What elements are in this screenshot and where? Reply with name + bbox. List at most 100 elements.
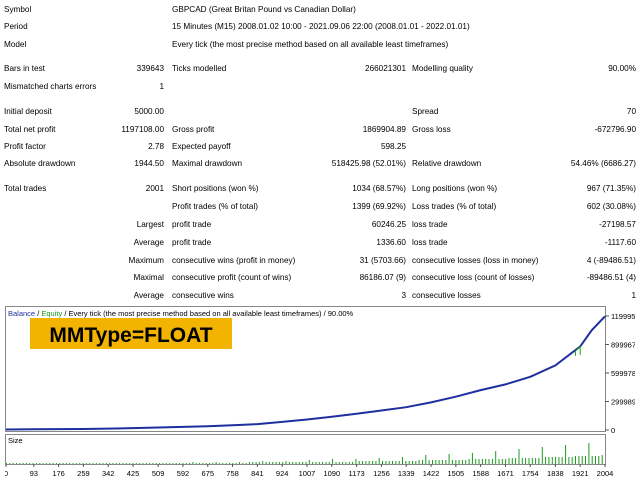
size-bar <box>219 463 220 464</box>
size-bar <box>548 457 550 464</box>
size-bar <box>362 461 364 464</box>
size-label: Size <box>8 436 23 445</box>
size-bar <box>225 463 227 464</box>
deposit-label: Initial deposit <box>4 107 52 116</box>
size-bar <box>455 460 457 464</box>
size-bar <box>422 460 423 464</box>
x-axis: 0 93 176 259 342 425 509 592 675 758 841 924 1007 109… <box>5 464 613 478</box>
size-bar <box>169 463 171 464</box>
symbol-label: Symbol <box>4 5 32 14</box>
size-bar <box>295 462 297 464</box>
size-bar <box>275 462 277 464</box>
size-bar <box>262 461 264 464</box>
chart-svg: Balance / Equity / Every tick (the most … <box>5 306 635 478</box>
x-tick-label: 592 <box>177 469 190 478</box>
size-bar <box>75 463 77 464</box>
size-bar <box>99 463 101 464</box>
cons-loss-value: -89486.51 (4) <box>586 273 636 282</box>
model-label: Model <box>4 40 27 49</box>
size-bar <box>525 458 527 464</box>
maximal-label: Maximal <box>133 273 164 282</box>
grossprofit-value: 1869904.89 <box>362 125 406 134</box>
size-bar <box>501 459 503 464</box>
ltrades-label: Loss trades (% of total) <box>412 202 497 211</box>
y-tick-label: 0 <box>611 426 615 435</box>
size-bar <box>209 463 210 464</box>
size-bar <box>302 462 304 464</box>
x-tick-label: 342 <box>102 469 115 478</box>
y-tick-label: 299989 <box>611 398 635 407</box>
size-bar <box>565 445 567 464</box>
x-tick-label: 1422 <box>423 469 440 478</box>
size-bar <box>119 463 121 464</box>
symbol-value: GBPCAD (Great Britan Pound vs Canadian D… <box>172 5 356 14</box>
size-bar <box>109 463 111 464</box>
size-bar <box>49 463 51 464</box>
x-tick-label: 1671 <box>497 469 514 478</box>
size-bar <box>145 463 147 464</box>
trades-label: Total trades <box>4 184 47 193</box>
size-bar <box>288 462 290 464</box>
size-bar <box>285 461 287 464</box>
size-bar <box>312 462 314 464</box>
size-bar <box>202 463 204 464</box>
size-bar <box>179 463 180 464</box>
size-bar <box>335 462 337 464</box>
cons-losses-label: consecutive losses (loss in money) <box>412 256 539 265</box>
legend-equity: Equity <box>41 309 62 318</box>
avg-cons-losses-label: consecutive losses <box>412 291 481 300</box>
cons-wins-label: consecutive wins (profit in money) <box>172 256 296 265</box>
size-bar <box>258 462 260 464</box>
size-bar <box>252 462 254 464</box>
size-bar <box>52 463 54 464</box>
size-bar <box>478 459 480 464</box>
x-tick-label: 1173 <box>349 469 365 478</box>
cons-loss-label: consecutive loss (count of losses) <box>412 273 535 282</box>
size-bar <box>598 456 600 464</box>
cons-profit-value: 86186.07 (9) <box>359 273 406 282</box>
pf-label: Profit factor <box>4 142 46 151</box>
size-bar <box>591 456 593 464</box>
x-tick-label: 1754 <box>522 469 539 478</box>
x-tick-label: 259 <box>77 469 90 478</box>
x-tick-label: 1090 <box>323 469 340 478</box>
size-bar <box>345 462 347 464</box>
x-tick-label: 509 <box>152 469 165 478</box>
cons-profit-label: consecutive profit (count of wins) <box>172 273 292 282</box>
legend-description: / Every tick (the most precise method ba… <box>62 309 353 318</box>
size-bar <box>425 455 427 464</box>
x-tick-label: 1256 <box>373 469 390 478</box>
size-bar <box>432 460 433 464</box>
absdd-value: 1944.50 <box>134 159 164 168</box>
size-bar <box>385 461 387 464</box>
size-bar <box>69 463 71 464</box>
x-tick-label: 924 <box>276 469 289 478</box>
size-bar <box>375 461 377 464</box>
size-bar <box>571 457 573 464</box>
size-bar <box>541 447 543 464</box>
size-bar <box>441 460 443 464</box>
grossloss-value: -672796.90 <box>594 125 636 134</box>
average-profit-value: 1336.60 <box>376 238 406 247</box>
size-bar <box>488 459 490 464</box>
payoff-label: Expected payoff <box>172 142 231 151</box>
size-bar <box>172 463 174 464</box>
y-tick-label: 1199956 <box>611 312 635 321</box>
size-bar <box>481 459 483 464</box>
size-bar <box>308 460 310 464</box>
size-bar <box>255 462 257 464</box>
size-bar <box>461 460 463 464</box>
average-profit-label: profit trade <box>172 238 212 247</box>
size-bar <box>232 463 234 464</box>
size-bar <box>199 463 200 464</box>
size-bar <box>521 458 523 464</box>
size-bar <box>465 460 467 464</box>
ptrades-label: Profit trades (% of total) <box>172 202 259 211</box>
short-value: 1034 (68.57%) <box>352 184 406 193</box>
size-bar <box>72 463 74 464</box>
netprofit-value: 1197108.00 <box>121 125 164 134</box>
size-bar <box>105 463 107 464</box>
size-bar <box>175 463 177 464</box>
short-label: Short positions (won %) <box>172 184 259 193</box>
largest-label: Largest <box>136 220 164 229</box>
